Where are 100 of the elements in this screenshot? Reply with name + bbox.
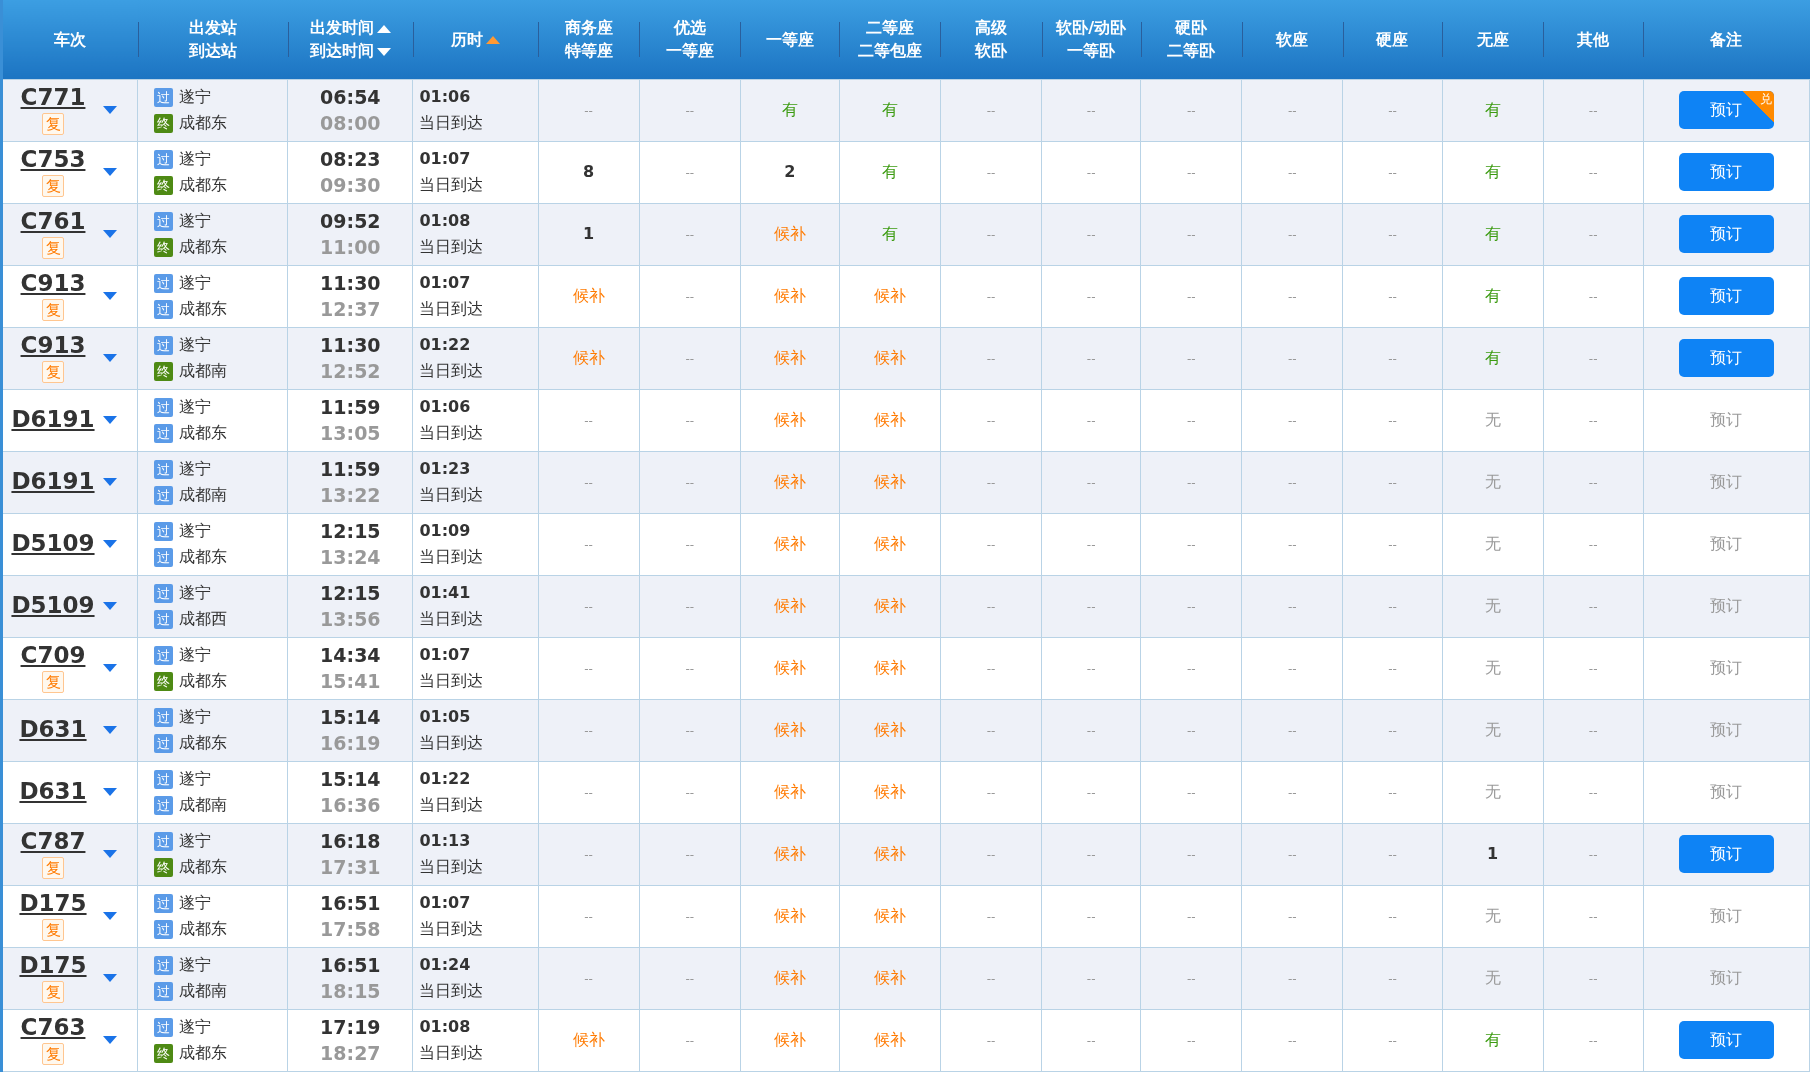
train-number-link[interactable]: C787 <box>20 829 86 855</box>
dropdown-caret-icon[interactable] <box>103 602 117 610</box>
station-name: 遂宁 <box>179 86 212 108</box>
duration: 01:07 <box>419 148 471 170</box>
dropdown-caret-icon[interactable] <box>103 106 117 114</box>
seat-availability: -- <box>584 786 593 800</box>
dropdown-caret-icon[interactable] <box>103 292 117 300</box>
station-tag: 过 <box>154 299 174 319</box>
dropdown-caret-icon[interactable] <box>103 974 117 982</box>
seat-availability: 无 <box>1484 968 1501 987</box>
dropdown-caret-icon[interactable] <box>103 788 117 796</box>
seat-availability: -- <box>986 972 996 986</box>
seat-availability: -- <box>1588 1034 1598 1048</box>
book-button[interactable]: 预订 <box>1678 153 1774 191</box>
dropdown-caret-icon[interactable] <box>103 416 117 424</box>
column-header: 高级 <box>975 18 1008 38</box>
seat-availability: -- <box>1588 104 1598 118</box>
station-tag: 过 <box>154 583 174 603</box>
seat-availability: 候补 <box>873 906 906 925</box>
seat-availability: -- <box>1588 476 1598 490</box>
station-tag: 过 <box>154 273 174 293</box>
column-header: 软座 <box>1276 29 1309 49</box>
seat-availability: -- <box>1186 786 1196 800</box>
arrival-time: 08:00 <box>320 111 381 136</box>
dropdown-caret-icon[interactable] <box>103 664 117 672</box>
station-tag: 过 <box>154 485 174 505</box>
seat-availability: -- <box>1388 538 1397 552</box>
seat-availability: -- <box>1288 786 1297 800</box>
seat-availability: -- <box>1288 1034 1297 1048</box>
station-name: 遂宁 <box>179 892 212 914</box>
book-button[interactable]: 预订 <box>1678 339 1774 377</box>
dropdown-caret-icon[interactable] <box>103 726 117 734</box>
station-name: 成都东 <box>179 112 228 134</box>
seat-availability: -- <box>1186 910 1196 924</box>
dropdown-caret-icon[interactable] <box>103 168 117 176</box>
seat-availability: -- <box>1186 104 1196 118</box>
sort-down-icon[interactable] <box>376 47 391 56</box>
arrival-time: 18:15 <box>320 979 381 1004</box>
station-name: 遂宁 <box>179 706 212 728</box>
seat-availability: -- <box>986 352 996 366</box>
station-name: 遂宁 <box>179 272 212 294</box>
seat-availability: 1 <box>583 224 595 243</box>
station-tag: 过 <box>154 981 174 1001</box>
seat-availability: 有 <box>781 100 798 119</box>
column-header: 软卧 <box>975 41 1008 61</box>
seat-availability: -- <box>1588 600 1598 614</box>
station-name: 成都东 <box>179 236 228 258</box>
dropdown-caret-icon[interactable] <box>103 540 117 548</box>
sort-up-icon[interactable] <box>376 24 391 33</box>
seat-availability: 8 <box>583 162 595 181</box>
train-number-link[interactable]: D175 <box>19 891 87 917</box>
arrival-note: 当日到达 <box>419 112 484 134</box>
arrival-note: 当日到达 <box>419 422 484 444</box>
column-header: 优选 <box>673 18 706 38</box>
duration: 01:07 <box>419 272 471 294</box>
duration: 01:22 <box>419 768 471 790</box>
seat-availability: 1 <box>1487 844 1499 863</box>
dropdown-caret-icon[interactable] <box>103 230 117 238</box>
seat-availability: -- <box>1288 910 1297 924</box>
book-button[interactable]: 预订 <box>1678 215 1774 253</box>
train-number-link[interactable]: C709 <box>20 643 86 669</box>
train-number-link[interactable]: C913 <box>20 333 86 359</box>
book-button[interactable]: 预订 兑 <box>1678 91 1774 129</box>
seat-availability: 候补 <box>873 1030 906 1049</box>
seat-availability: 候补 <box>572 286 605 305</box>
book-button[interactable]: 预订 <box>1678 277 1774 315</box>
seat-availability: -- <box>1588 724 1598 738</box>
dropdown-caret-icon[interactable] <box>103 1036 117 1044</box>
station-tag: 终 <box>154 857 174 877</box>
train-number-link[interactable]: D175 <box>19 953 87 979</box>
column-header: 无座 <box>1476 29 1509 49</box>
train-number-link[interactable]: C761 <box>20 209 86 235</box>
dropdown-caret-icon[interactable] <box>103 912 117 920</box>
departure-time: 08:23 <box>320 147 381 172</box>
dropdown-caret-icon[interactable] <box>103 354 117 362</box>
seat-availability: -- <box>584 662 593 676</box>
station-name: 遂宁 <box>179 520 212 542</box>
departure-time: 12:15 <box>320 519 381 544</box>
train-number-link[interactable]: C763 <box>20 1015 86 1041</box>
station-name: 遂宁 <box>179 210 212 232</box>
reissue-badge: 复 <box>42 298 64 321</box>
book-button[interactable]: 预订 <box>1678 835 1774 873</box>
seat-availability: -- <box>685 104 695 118</box>
book-button[interactable]: 预订 <box>1678 1021 1774 1059</box>
seat-availability: 候补 <box>773 596 806 615</box>
dropdown-caret-icon[interactable] <box>103 850 117 858</box>
train-number-link[interactable]: C913 <box>20 271 86 297</box>
arrival-time: 13:05 <box>320 421 381 446</box>
arrival-time: 13:22 <box>320 483 381 508</box>
seat-availability: 候补 <box>572 1030 605 1049</box>
seat-availability: -- <box>1186 414 1196 428</box>
station-tag: 过 <box>154 521 174 541</box>
dropdown-caret-icon[interactable] <box>103 478 117 486</box>
seat-availability: -- <box>986 104 996 118</box>
duration: 01:08 <box>419 210 471 232</box>
train-number-link[interactable]: C771 <box>20 85 86 111</box>
seat-availability: 有 <box>881 162 898 181</box>
train-number-link[interactable]: C753 <box>20 147 86 173</box>
seat-availability: 无 <box>1484 658 1501 677</box>
seat-availability: 候补 <box>873 782 906 801</box>
